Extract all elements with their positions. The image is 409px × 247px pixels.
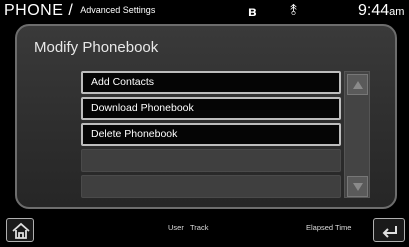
clock-ampm: am: [389, 6, 405, 18]
scroll-up-button[interactable]: [347, 74, 368, 95]
download-phonebook-button[interactable]: Download Phonebook: [81, 97, 341, 120]
clock: 9:44am: [358, 2, 404, 20]
page-title: Modify Phonebook: [34, 39, 159, 56]
home-icon: [12, 222, 30, 239]
menu-item-label: Download Phonebook: [91, 102, 194, 114]
back-icon: [382, 226, 397, 238]
empty-menu-slot: [81, 149, 341, 172]
usb-icon: ⥉: [290, 2, 298, 19]
arrow-down-icon: [353, 183, 363, 191]
home-button[interactable]: [6, 218, 34, 242]
screen-name: PHONE: [4, 2, 64, 19]
breadcrumb-separator: /: [68, 2, 74, 19]
bluetooth-icon: ʙ: [248, 3, 257, 19]
menu-list: Add Contacts Download Phonebook Delete P…: [81, 71, 341, 201]
scroll-down-button[interactable]: [347, 176, 368, 197]
breadcrumb: PHONE / Advanced Settings: [4, 2, 155, 20]
menu-item-label: Add Contacts: [91, 76, 155, 88]
clock-time: 9:44: [358, 2, 390, 19]
elapsed-time-label: Elapsed Time: [306, 223, 352, 232]
status-bar: PHONE / Advanced Settings ʙ ⥉ 9:44am: [0, 0, 409, 22]
arrow-up-icon: [353, 81, 363, 89]
empty-menu-slot: [81, 175, 341, 198]
add-contacts-button[interactable]: Add Contacts: [81, 71, 341, 94]
delete-phonebook-button[interactable]: Delete Phonebook: [81, 123, 341, 146]
back-button[interactable]: [373, 218, 405, 242]
user-label: User: [168, 223, 184, 232]
submenu-name: Advanced Settings: [80, 5, 156, 15]
menu-item-label: Delete Phonebook: [91, 128, 178, 140]
track-label: Track: [190, 223, 209, 232]
